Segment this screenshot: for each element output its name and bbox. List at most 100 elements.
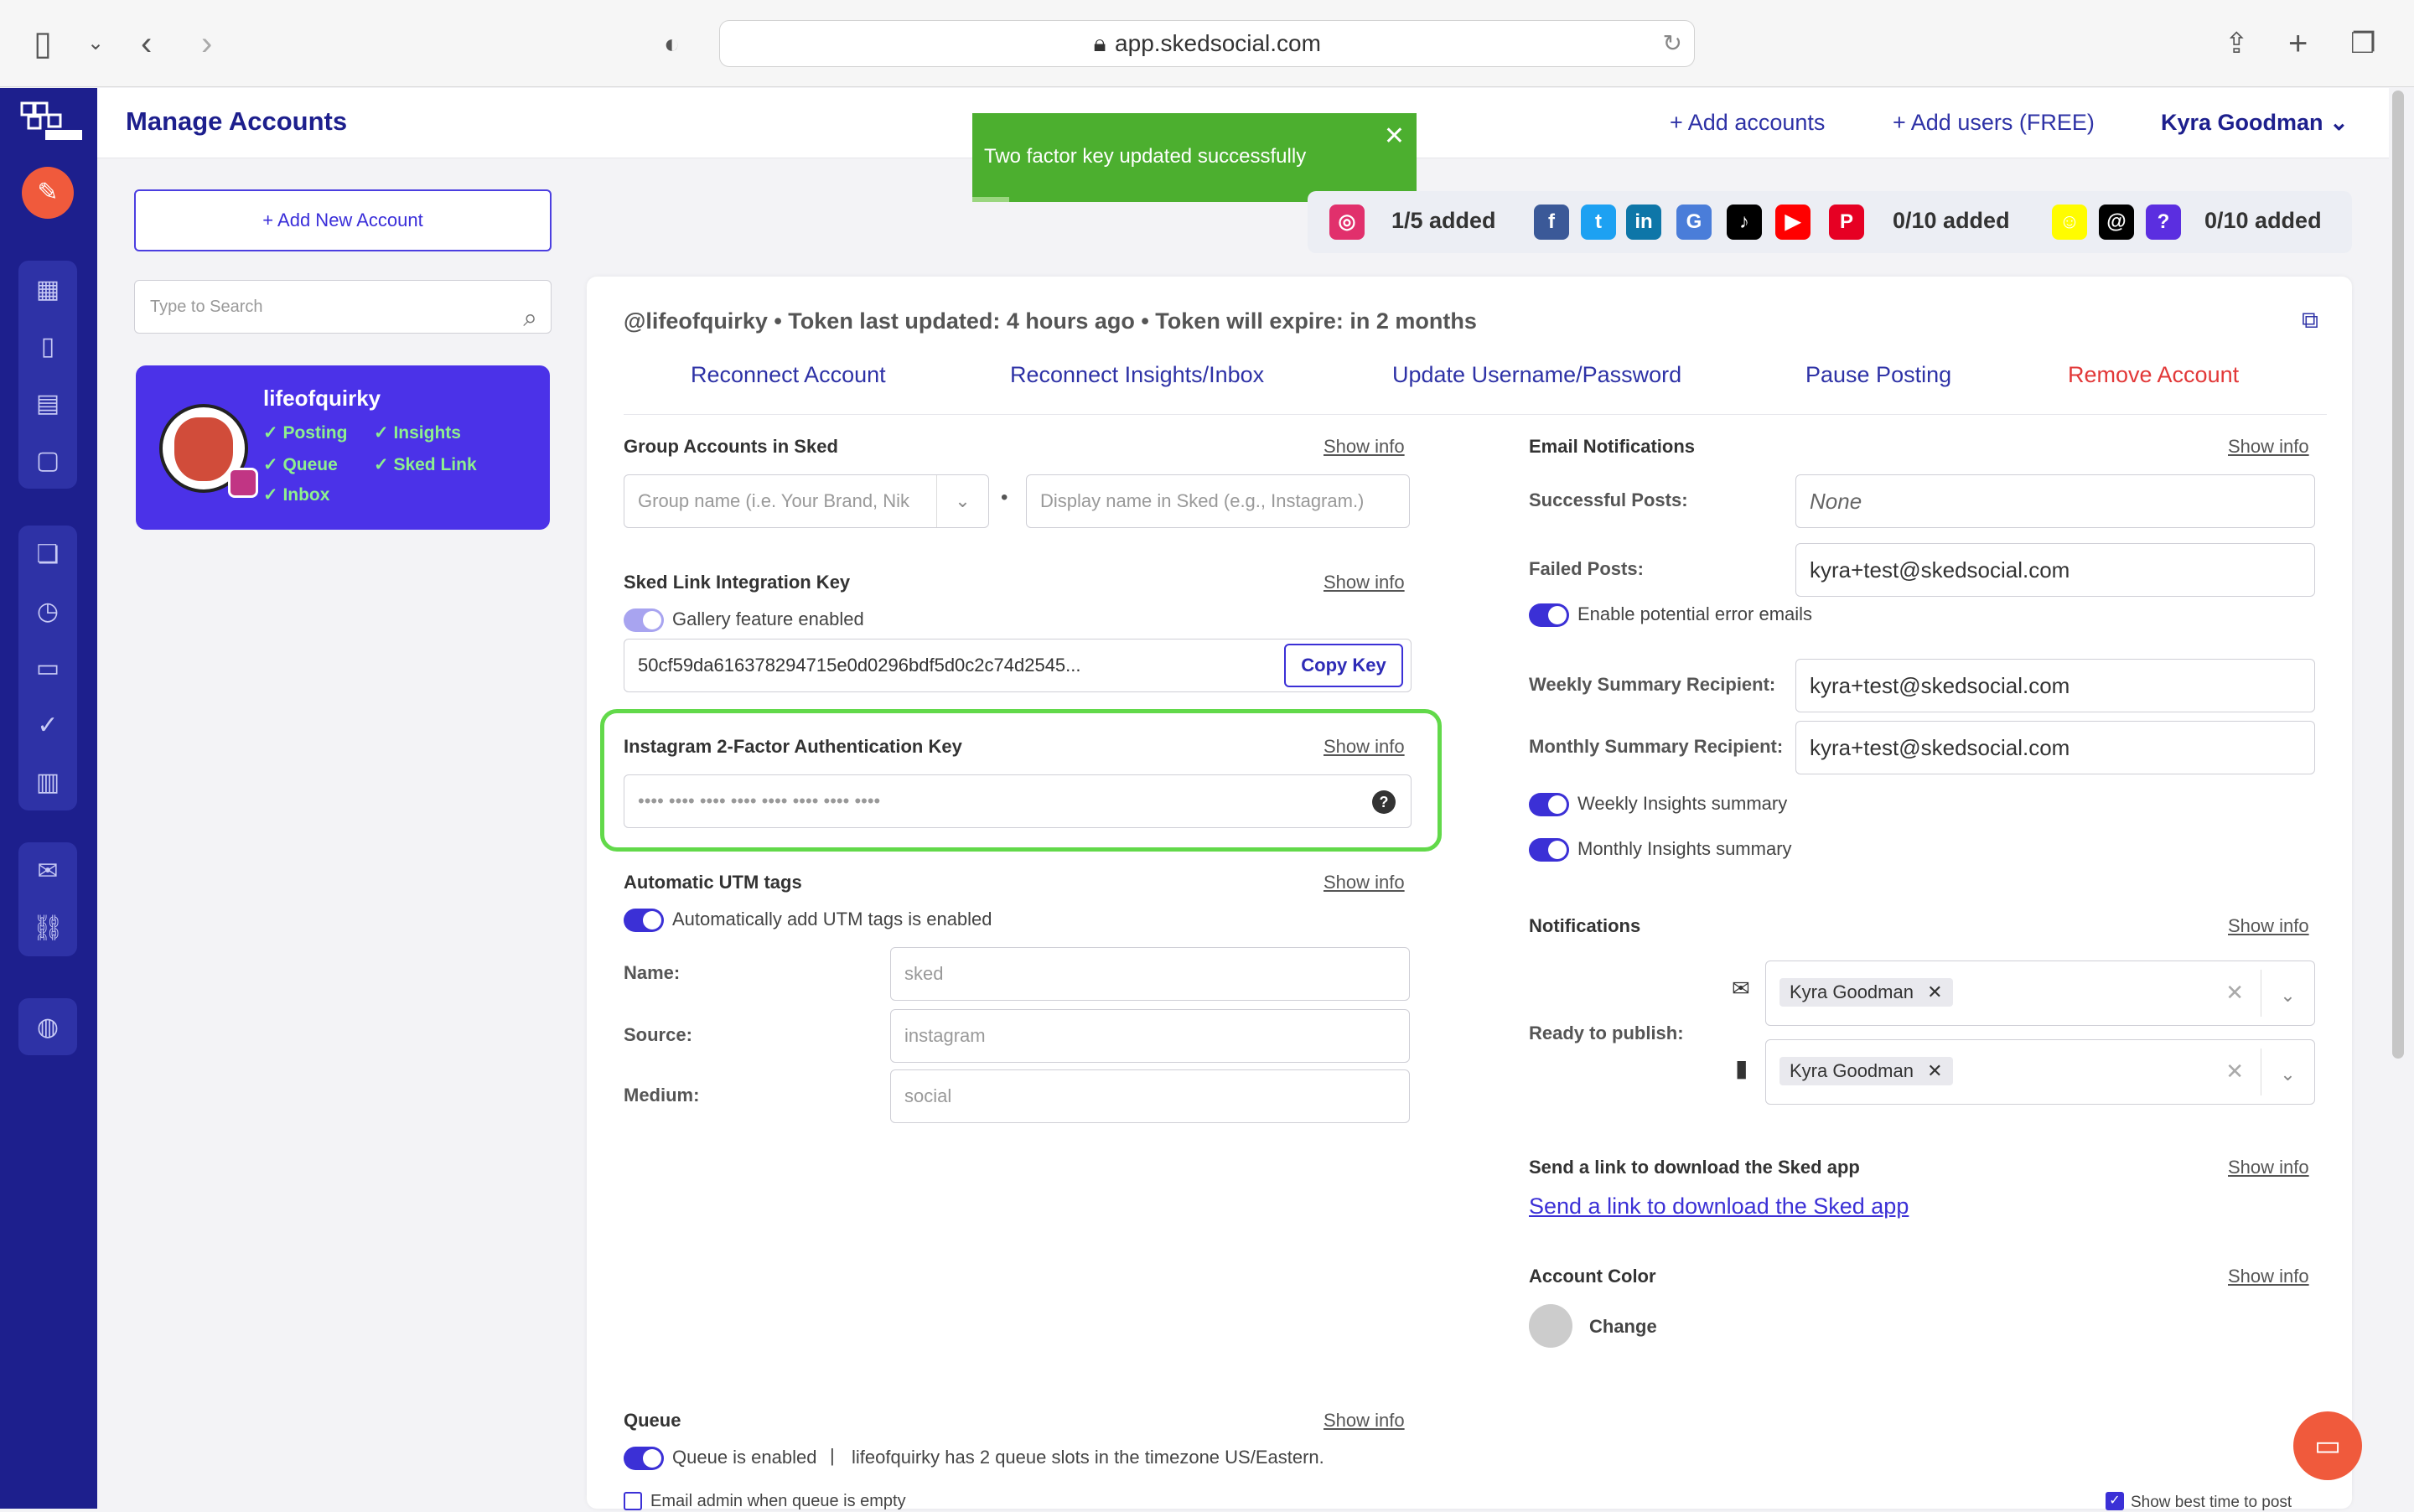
group-name-select[interactable]: Group name (i.e. Your Brand, Nik ⌄ [624,474,989,528]
help-icon[interactable]: ? [1372,790,1396,814]
failed-posts-input[interactable]: kyra+test@skedsocial.com [1795,543,2315,597]
analytics-icon[interactable]: ▥ [18,753,77,810]
show-info-link[interactable]: Show info [1324,736,1405,758]
compose-button[interactable]: ✎ [22,167,74,219]
chevron-down-icon: ⌄ [936,475,988,527]
toast-message: Two factor key updated successfully [984,145,1307,168]
show-info-link[interactable]: Show info [2228,915,2309,937]
sidebar-toggle-icon[interactable]: ▯ [34,25,52,62]
weekly-recipient-input[interactable]: kyra+test@skedsocial.com [1795,659,2315,712]
mail-icon[interactable]: ✉ [18,842,77,899]
link-icon[interactable]: ⛓ [18,899,77,956]
show-info-link[interactable]: Show info [1324,572,1405,593]
best-time-checkbox[interactable]: ✓ [2106,1492,2124,1510]
account-card[interactable]: lifeofquirky ✓ Posting ✓ Insights ✓ Queu… [136,365,550,530]
account-color-swatch[interactable] [1529,1304,1572,1348]
add-users-link[interactable]: + Add users (FREE) [1893,110,2095,136]
weekly-recipient-label: Weekly Summary Recipient: [1529,674,1776,695]
remove-chip-icon[interactable]: ✕ [1927,1060,1942,1081]
error-emails-toggle[interactable] [1529,603,1569,627]
tab-overview-icon[interactable]: ❐ [2350,25,2375,62]
show-info-link[interactable]: Show info [1324,872,1405,893]
download-app-link[interactable]: Send a link to download the Sked app [1529,1194,1909,1219]
utm-toggle-label: Automatically add UTM tags is enabled [672,909,992,929]
reload-icon[interactable]: ↻ [1663,21,1682,66]
instagram-icon: ◎ [1329,205,1365,240]
utm-medium-label: Medium: [624,1085,700,1106]
new-tab-icon[interactable]: + [2288,25,2308,62]
snapchat-icon: ☺ [2052,205,2087,240]
privacy-shield-icon[interactable]: ◐ [664,25,680,62]
url-text: app.skedsocial.com [1115,30,1321,56]
monthly-recipient-input[interactable]: kyra+test@skedsocial.com [1795,721,2315,774]
address-bar[interactable]: 🔒︎ app.skedsocial.com ↻ [719,20,1695,67]
other-platform-icon: ? [2146,205,2181,240]
show-info-link[interactable]: Show info [2228,1266,2309,1287]
chevron-down-icon[interactable]: ⌄ [2261,1049,2314,1095]
calendar-icon[interactable]: ▦ [18,261,77,318]
chat-icon[interactable]: ▤ [18,375,77,432]
chevron-down-icon[interactable]: ⌄ [87,25,104,62]
failed-posts-label: Failed Posts: [1529,558,1644,579]
pause-posting-link[interactable]: Pause Posting [1805,362,1951,388]
monthly-insights-toggle[interactable] [1529,838,1569,862]
document-icon[interactable]: ▢ [18,432,77,489]
chat-support-button[interactable]: ▭ [2293,1411,2362,1480]
archive-icon[interactable]: ▭ [18,639,77,696]
group3-count: 0/10 added [2204,208,2322,233]
update-credentials-link[interactable]: Update Username/Password [1392,362,1681,388]
change-color-button[interactable]: Change [1589,1316,1657,1338]
add-new-account-button[interactable]: + Add New Account [134,189,552,251]
utm-toggle[interactable] [624,909,664,932]
email-notify-select[interactable]: Kyra Goodman ✕ ✕ ⌄ [1765,961,2315,1026]
remove-chip-icon[interactable]: ✕ [1927,981,1942,1002]
external-link-icon[interactable]: ⧉ [2302,307,2318,334]
email-admin-checkbox[interactable] [624,1492,642,1510]
two-factor-label: Instagram 2-Factor Authentication Key [624,736,962,757]
show-info-link[interactable]: Show info [2228,436,2309,458]
account-token-info: @lifeofquirky • Token last updated: 4 ho… [624,308,1477,334]
chevron-down-icon[interactable]: ⌄ [2261,970,2314,1017]
queue-toggle[interactable] [624,1447,664,1470]
utm-medium-input[interactable]: social [890,1069,1410,1123]
search-placeholder: Type to Search [150,298,263,316]
clear-icon[interactable]: ✕ [2225,966,2244,1018]
show-info-link[interactable]: Show info [1324,1410,1405,1432]
utm-source-input[interactable]: instagram [890,1009,1410,1063]
weekly-insights-toggle[interactable] [1529,793,1569,816]
monthly-insights-label: Monthly Insights summary [1577,838,1792,859]
mobile-icon[interactable]: ▯ [18,318,77,375]
copy-key-button[interactable]: Copy Key [1284,644,1403,687]
approve-icon[interactable]: ✓ [18,696,77,753]
mobile-notify-select[interactable]: Kyra Goodman ✕ ✕ ⌄ [1765,1039,2315,1105]
gallery-toggle[interactable] [624,608,664,632]
library-icon[interactable]: ❏ [18,526,77,583]
email-notifications-label: Email Notifications [1529,436,1696,457]
scrollbar[interactable] [2392,91,2404,1059]
forward-button[interactable]: › [201,25,212,62]
close-icon[interactable]: ✕ [1384,122,1405,151]
platform-limits-strip: ◎ 1/5 added f t in G ♪ ▶ P 0/10 added ☺ … [1308,191,2352,253]
best-time-label: Show best time to post [2131,1494,2292,1511]
successful-posts-label: Successful Posts: [1529,489,1688,510]
back-button[interactable]: ‹ [141,25,152,62]
account-name: lifeofquirky [263,386,381,411]
successful-posts-input[interactable]: None [1795,474,2315,528]
show-info-link[interactable]: Show info [1324,436,1405,458]
share-icon[interactable]: ⇪ [2225,25,2249,62]
two-factor-key-input[interactable]: •••• •••• •••• •••• •••• •••• •••• •••• … [624,774,1412,828]
remove-account-link[interactable]: Remove Account [2068,362,2239,388]
sked-logo[interactable] [20,100,84,147]
show-info-link[interactable]: Show info [2228,1157,2309,1178]
user-menu[interactable]: Kyra Goodman ⌄ [2161,110,2349,136]
youtube-icon: ▶ [1775,205,1810,240]
history-icon[interactable]: ◷ [18,583,77,639]
reconnect-account-link[interactable]: Reconnect Account [691,362,886,388]
display-name-input[interactable]: Display name in Sked (e.g., Instagram.) [1026,474,1410,528]
palette-icon[interactable]: ◍ [18,998,77,1055]
reconnect-insights-link[interactable]: Reconnect Insights/Inbox [1010,362,1264,388]
add-accounts-link[interactable]: + Add accounts [1670,110,1825,136]
account-search-input[interactable]: Type to Search ⌕ [134,280,552,334]
clear-icon[interactable]: ✕ [2225,1045,2244,1097]
utm-name-input[interactable]: sked [890,947,1410,1001]
